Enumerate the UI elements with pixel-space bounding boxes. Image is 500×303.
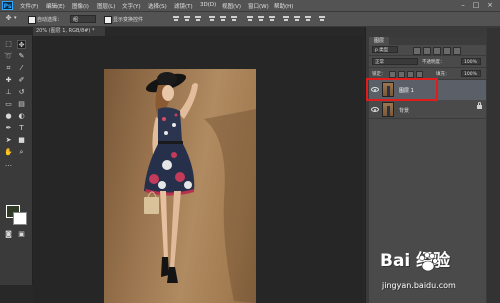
document-tab[interactable]: 20% (图层 1, RGB/8#) * bbox=[33, 27, 105, 36]
opacity-label: 不透明度： bbox=[422, 60, 445, 65]
quick-select-tool-icon[interactable]: ✎ bbox=[17, 52, 26, 61]
menu-file[interactable]: 文件(F) bbox=[20, 2, 38, 10]
minimize-button[interactable]: – bbox=[458, 1, 468, 10]
model-photo bbox=[144, 72, 256, 303]
maximize-button[interactable]: □ bbox=[471, 1, 481, 10]
background-color-swatch[interactable] bbox=[13, 212, 27, 225]
zoom-tool-icon[interactable]: ⌕ bbox=[17, 148, 26, 157]
close-button[interactable]: × bbox=[485, 1, 495, 10]
align-hcenter-icon[interactable] bbox=[219, 15, 227, 23]
healing-brush-tool-icon[interactable]: ✚ bbox=[4, 76, 13, 85]
pen-tool-icon[interactable]: ✒ bbox=[4, 124, 13, 133]
shape-filter-icon[interactable] bbox=[443, 47, 451, 55]
distribute-top-icon[interactable] bbox=[246, 15, 254, 23]
align-top-icon[interactable] bbox=[172, 15, 180, 23]
layer-name[interactable]: 背景 bbox=[399, 107, 409, 114]
menu-layer[interactable]: 图层(L) bbox=[97, 2, 115, 10]
dodge-tool-icon[interactable]: ◐ bbox=[17, 112, 26, 121]
auto-select-dropdown[interactable]: 组 bbox=[70, 15, 96, 23]
clone-stamp-tool-icon[interactable]: ⊥ bbox=[4, 88, 13, 97]
fill-label: 填充： bbox=[436, 72, 450, 77]
screen-mode-icon[interactable]: ▣ bbox=[17, 230, 26, 239]
menu-image[interactable]: 图像(I) bbox=[72, 2, 89, 10]
menu-edit[interactable]: 编辑(E) bbox=[46, 2, 65, 10]
type-tool-icon[interactable]: T bbox=[17, 124, 26, 133]
move-tool-preset-icon[interactable]: ✥ bbox=[4, 14, 13, 23]
blend-mode-select[interactable]: 正常 bbox=[372, 58, 418, 65]
preset-dropdown-arrow-icon[interactable]: ▾ bbox=[14, 15, 17, 21]
options-bar: ✥ ▾ 自动选择： 组 显示变换控件 bbox=[0, 12, 500, 27]
lock-all-icon[interactable] bbox=[416, 71, 423, 78]
rectangle-tool-icon[interactable]: ■ bbox=[17, 136, 26, 145]
layer-thumbnail bbox=[382, 102, 394, 117]
auto-select-checkbox[interactable] bbox=[28, 16, 36, 24]
distribute-hcenter-icon[interactable] bbox=[293, 15, 301, 23]
more-tools-icon[interactable]: … bbox=[4, 160, 13, 169]
hand-tool-icon[interactable]: ✋ bbox=[4, 148, 13, 157]
background-lock-icon bbox=[477, 102, 482, 109]
align-vcenter-icon[interactable] bbox=[183, 15, 191, 23]
menu-view[interactable]: 视图(V) bbox=[222, 2, 241, 10]
pixel-filter-icon[interactable] bbox=[413, 47, 421, 55]
canvas-image[interactable] bbox=[104, 69, 256, 303]
tab-layers[interactable]: 图层 bbox=[369, 37, 389, 45]
eraser-tool-icon[interactable]: ▭ bbox=[4, 100, 13, 109]
distribute-left-icon[interactable] bbox=[282, 15, 290, 23]
show-transform-label: 显示变换控件 bbox=[113, 17, 144, 23]
history-brush-tool-icon[interactable]: ↺ bbox=[17, 88, 26, 97]
layer-filter-row: p 类型 bbox=[369, 45, 486, 56]
auto-align-icon[interactable] bbox=[318, 15, 326, 23]
lasso-tool-icon[interactable]: ➰ bbox=[4, 52, 13, 61]
auto-select-label: 自动选择： bbox=[37, 17, 63, 23]
collapsed-panels-strip[interactable] bbox=[487, 28, 500, 303]
annotation-highlight-box bbox=[366, 78, 438, 101]
align-right-icon[interactable] bbox=[230, 15, 238, 23]
menu-help[interactable]: 帮助(H) bbox=[274, 2, 293, 10]
photoshop-logo: Ps bbox=[2, 1, 13, 10]
window-controls: – □ × bbox=[458, 1, 498, 10]
tools-panel: ⬚ ✥ ➰ ✎ ⌗ ⁄ ✚ ✐ ⊥ ↺ ▭ ▤ ● ◐ ✒ T ➤ ■ ✋ ⌕ … bbox=[0, 35, 33, 285]
distribute-bottom-icon[interactable] bbox=[268, 15, 276, 23]
type-filter-icon[interactable] bbox=[433, 47, 441, 55]
align-left-icon[interactable] bbox=[208, 15, 216, 23]
align-bottom-icon[interactable] bbox=[194, 15, 202, 23]
show-transform-checkbox[interactable] bbox=[104, 16, 112, 24]
gradient-tool-icon[interactable]: ▤ bbox=[17, 100, 26, 109]
adjustment-filter-icon[interactable] bbox=[423, 47, 431, 55]
eyedropper-tool-icon[interactable]: ⁄ bbox=[17, 64, 26, 73]
distribute-vcenter-icon[interactable] bbox=[257, 15, 265, 23]
fill-field[interactable]: 100% bbox=[461, 70, 481, 77]
marquee-tool-icon[interactable]: ⬚ bbox=[4, 40, 13, 49]
quick-mask-icon[interactable]: ◙ bbox=[4, 230, 13, 239]
menu-select[interactable]: 选择(S) bbox=[148, 2, 167, 10]
lock-transparent-icon[interactable] bbox=[389, 71, 396, 78]
lock-image-icon[interactable] bbox=[398, 71, 405, 78]
crop-tool-icon[interactable]: ⌗ bbox=[4, 64, 13, 73]
layer-row-background[interactable]: 背景 bbox=[369, 101, 486, 119]
menu-type[interactable]: 文字(Y) bbox=[122, 2, 141, 10]
menu-bar: Ps 文件(F) 编辑(E) 图像(I) 图层(L) 文字(Y) 选择(S) 滤… bbox=[0, 0, 500, 12]
opacity-field[interactable]: 100% bbox=[461, 58, 481, 65]
distribute-right-icon[interactable] bbox=[304, 15, 312, 23]
move-tool-icon[interactable]: ✥ bbox=[17, 40, 26, 49]
visibility-eye-icon[interactable] bbox=[371, 107, 379, 112]
blend-opacity-row: 正常 不透明度： 100% bbox=[369, 56, 486, 68]
lock-label: 锁定： bbox=[372, 72, 386, 77]
menu-3d[interactable]: 3D(D) bbox=[200, 2, 216, 8]
menu-window[interactable]: 窗口(W) bbox=[248, 2, 269, 10]
smart-object-filter-icon[interactable] bbox=[453, 47, 461, 55]
path-selection-tool-icon[interactable]: ➤ bbox=[4, 136, 13, 145]
layer-filter-type-select[interactable]: p 类型 bbox=[372, 46, 398, 53]
menu-filter[interactable]: 滤镜(T) bbox=[174, 2, 193, 10]
lock-position-icon[interactable] bbox=[407, 71, 414, 78]
blur-tool-icon[interactable]: ● bbox=[4, 112, 13, 121]
brush-tool-icon[interactable]: ✐ bbox=[17, 76, 26, 85]
